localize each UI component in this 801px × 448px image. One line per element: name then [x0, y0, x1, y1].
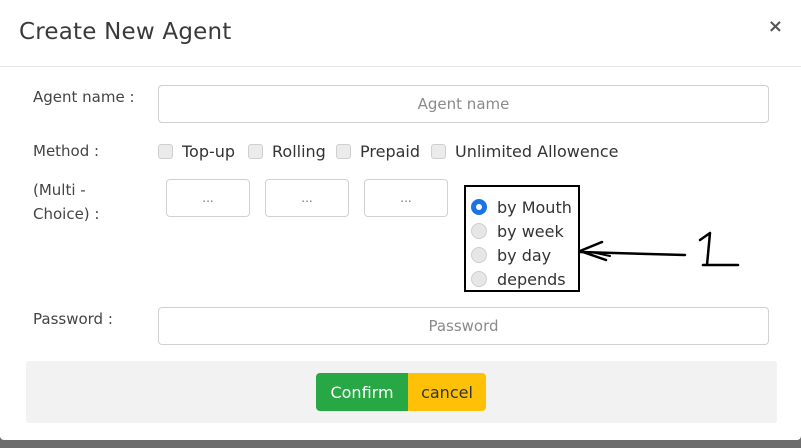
modal-title: Create New Agent: [19, 19, 232, 45]
password-label: Password :: [33, 310, 113, 328]
method-option-top-up[interactable]: Top-up: [158, 140, 235, 162]
radio-label: depends: [497, 269, 566, 289]
close-button[interactable]: ×: [768, 18, 783, 36]
radio-depends[interactable]: depends: [471, 268, 566, 290]
multi-choice-input-2[interactable]: [265, 179, 349, 217]
frequency-radio-group: by Mouth by week by day depends: [464, 185, 580, 292]
radio-button[interactable]: [471, 247, 487, 263]
cancel-button[interactable]: cancel: [408, 373, 486, 411]
confirm-button[interactable]: Confirm: [316, 373, 408, 411]
method-label: Method :: [33, 142, 100, 160]
annotation-number-one: [698, 231, 740, 267]
annotation-arrow: 1: [578, 231, 740, 267]
radio-button[interactable]: [471, 199, 487, 215]
checkbox[interactable]: [431, 143, 446, 159]
agent-name-input[interactable]: [158, 85, 769, 123]
checkbox-label: Rolling: [272, 141, 326, 161]
radio-button[interactable]: [471, 223, 487, 239]
multi-choice-input-1[interactable]: [166, 179, 250, 217]
radio-by-mouth[interactable]: by Mouth: [471, 196, 572, 218]
multi-choice-input-3[interactable]: [364, 179, 448, 217]
radio-by-day[interactable]: by day: [471, 244, 551, 266]
method-option-rolling[interactable]: Rolling: [248, 140, 326, 162]
method-option-prepaid[interactable]: Prepaid: [336, 140, 420, 162]
password-input[interactable]: [158, 307, 769, 345]
multi-choice-label-line2: Choice) :: [33, 205, 100, 223]
checkbox-label: Unlimited Allowence: [455, 141, 619, 161]
checkbox-label: Top-up: [182, 141, 236, 161]
radio-button[interactable]: [471, 271, 487, 287]
radio-label: by day: [497, 245, 552, 265]
checkbox-label: Prepaid: [360, 141, 420, 161]
checkbox[interactable]: [248, 143, 263, 159]
checkbox[interactable]: [336, 143, 351, 159]
method-option-unlimited[interactable]: Unlimited Allowence: [431, 140, 618, 162]
radio-by-week[interactable]: by week: [471, 220, 564, 242]
radio-label: by Mouth: [497, 197, 572, 217]
create-agent-modal: Create New Agent × Agent name : Method :…: [0, 0, 801, 440]
checkbox[interactable]: [158, 143, 173, 159]
agent-name-label: Agent name :: [33, 88, 135, 106]
radio-label: by week: [497, 221, 564, 241]
multi-choice-label-line1: (Multi -: [33, 181, 86, 199]
modal-header: Create New Agent ×: [0, 0, 801, 67]
